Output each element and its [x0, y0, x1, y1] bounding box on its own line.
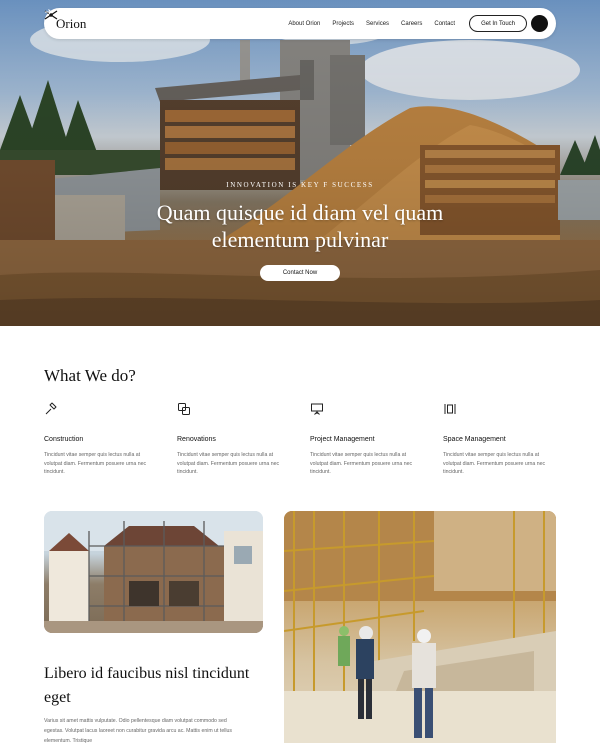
- top-navbar: Orion About Orion Projects Services Care…: [44, 8, 556, 39]
- nav-link-services[interactable]: Services: [366, 21, 389, 27]
- nav-links: About Orion Projects Services Careers Co…: [288, 21, 455, 27]
- service-title: Project Management: [310, 436, 375, 443]
- logo[interactable]: Orion: [44, 10, 87, 32]
- hero-title-line-2: elementum pulvinar: [211, 227, 389, 252]
- service-item-project-management: Project Management Tincidunt vitae sempe…: [310, 402, 422, 477]
- hero-section: Orion About Orion Projects Services Care…: [0, 0, 600, 326]
- service-title: Construction: [44, 436, 84, 443]
- hero-title-line-1: Quam quisque id diam vel quam: [156, 200, 444, 225]
- nav-link-about[interactable]: About Orion: [288, 21, 320, 27]
- section-title: What We do?: [44, 366, 136, 385]
- service-desc: Tincidunt vitae semper quis lectus nulla…: [44, 452, 147, 475]
- contact-now-button[interactable]: Contact Now: [260, 265, 340, 281]
- nav-link-contact[interactable]: Contact: [434, 21, 455, 27]
- house-scaffolding-image: [44, 511, 263, 633]
- renovation-icon: [178, 403, 190, 415]
- get-in-touch-button[interactable]: Get In Touch: [469, 15, 527, 32]
- services-list: Construction Tincidunt vitae semper quis…: [44, 402, 556, 477]
- service-desc: Tincidunt vitae semper quis lectus nulla…: [443, 452, 546, 475]
- service-item-renovations: Renovations Tincidunt vitae semper quis …: [177, 402, 289, 477]
- feature-desc: Varius sit amet mattis vulputate. Odio p…: [44, 718, 233, 743]
- service-desc: Tincidunt vitae semper quis lectus nulla…: [177, 452, 280, 475]
- hero-eyebrow: INNOVATION IS KEY F SUCCESS: [226, 181, 374, 189]
- nav-link-projects[interactable]: Projects: [332, 21, 354, 27]
- service-title: Space Management: [443, 436, 506, 443]
- feature-title: Libero id faucibus nisl tincidunt eget: [44, 665, 250, 706]
- arrow-right-icon: [45, 9, 52, 15]
- house-scaffolding-illustration: [44, 511, 263, 633]
- arrow-button[interactable]: [45, 9, 548, 32]
- service-item-space-management: Space Management Tincidunt vitae semper …: [443, 402, 555, 477]
- brand-name: Orion: [56, 15, 87, 31]
- service-item-construction: Construction Tincidunt vitae semper quis…: [44, 402, 156, 477]
- service-title: Renovations: [177, 436, 216, 443]
- presentation-board-icon: [311, 403, 323, 415]
- space-icon: [444, 404, 456, 414]
- construction-site-image: [284, 511, 556, 743]
- service-desc: Tincidunt vitae semper quis lectus nulla…: [310, 452, 413, 475]
- construction-site-illustration: [284, 511, 556, 743]
- hammer-icon: [45, 402, 57, 415]
- nav-link-careers[interactable]: Careers: [401, 21, 422, 27]
- hero-title: Quam quisque id diam vel quam elementum …: [0, 199, 600, 253]
